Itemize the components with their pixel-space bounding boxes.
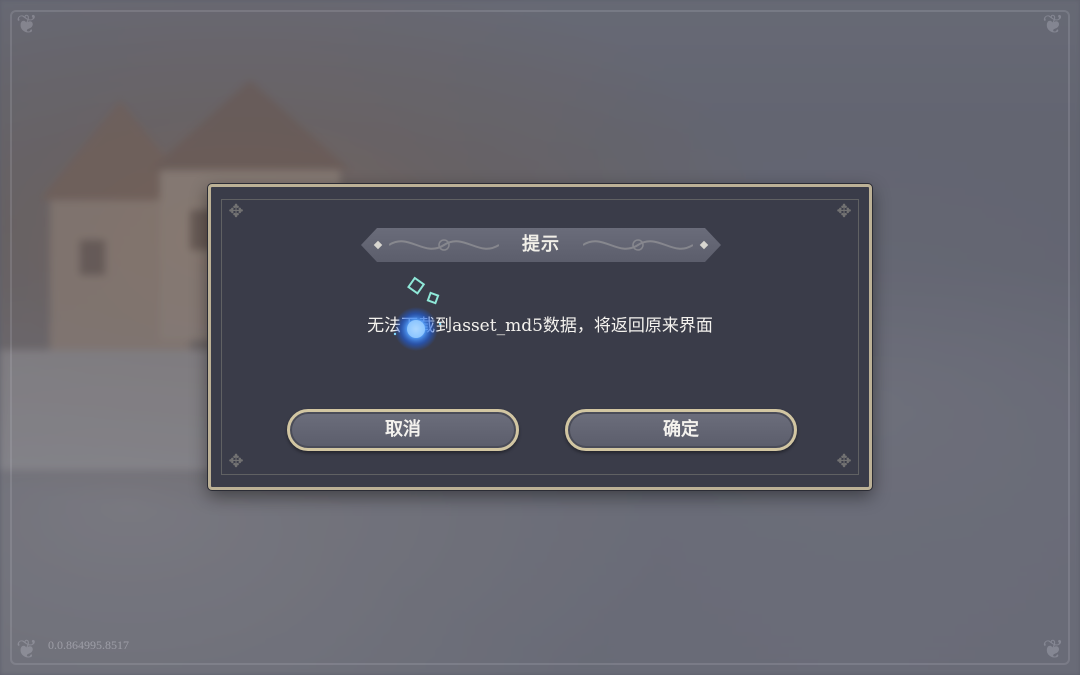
corner-ornament-icon: ❦: [1042, 10, 1064, 40]
corner-ornament-icon: ❦: [16, 635, 38, 665]
version-label: 0.0.864995.8517: [48, 638, 129, 652]
corner-ornament-icon: ❦: [1042, 635, 1064, 665]
dialog-message: 无法下载到asset_md5数据，将返回原来界面: [367, 316, 713, 336]
dialog-corner-ornament-icon: ✥: [836, 451, 852, 472]
dialog-corner-ornament-icon: ✥: [836, 201, 852, 222]
dialog-corner-ornament-icon: ✥: [228, 451, 244, 472]
corner-ornament-icon: ❦: [16, 10, 38, 40]
cancel-button[interactable]: 取消: [287, 409, 519, 451]
loading-orb-icon: [393, 276, 442, 351]
confirm-button[interactable]: 确定: [565, 409, 797, 451]
dialog-corner-ornament-icon: ✥: [228, 201, 244, 222]
game-screen: ❦ ❦ ❦ ❦ 0.0.864995.8517 ✥ ✥ ✥ ✥ 提示 无法下载到…: [0, 0, 1080, 675]
alert-dialog: ✥ ✥ ✥ ✥ 提示 无法下载到asset_md5数据，将返回原来界面 取消 确…: [208, 184, 872, 490]
dialog-title: 提示: [522, 234, 560, 255]
dialog-title-banner: 提示: [361, 228, 721, 262]
